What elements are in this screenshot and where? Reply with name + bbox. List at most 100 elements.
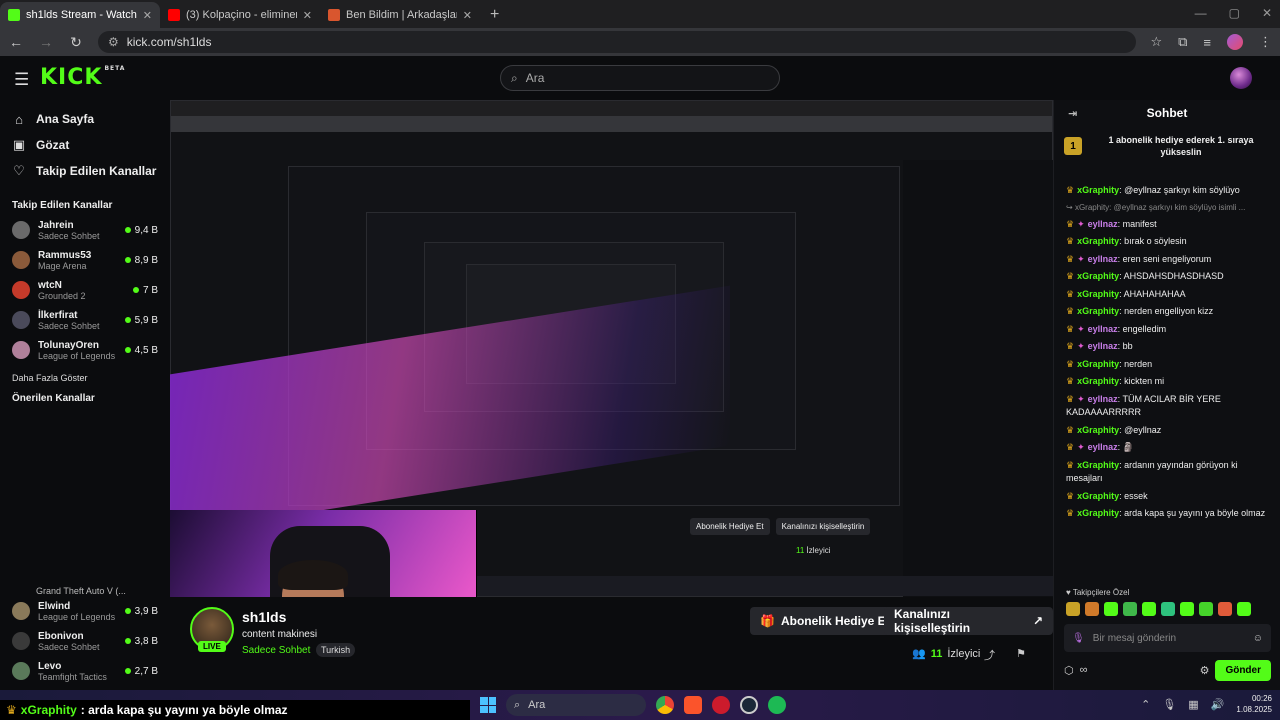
system-clock[interactable]: 00:26 1.08.2025 bbox=[1236, 693, 1272, 715]
emote-icon[interactable] bbox=[1085, 602, 1099, 616]
maximize-icon[interactable]: ▢ bbox=[1229, 6, 1240, 20]
chat-message[interactable]: ♛ xGraphity: AHAHAHAHAA bbox=[1054, 286, 1280, 304]
browser-tab[interactable]: Ben Bildim | Arkadaşlarınla Onl ✕ bbox=[320, 2, 480, 28]
sidebar-channel[interactable]: İlkerfirat Sadece Sohbet 5,9 B bbox=[0, 305, 170, 335]
show-more-link[interactable]: Daha Fazla Göster bbox=[0, 373, 170, 383]
mic-tray-icon[interactable]: 🎙 bbox=[1162, 698, 1176, 711]
minimize-icon[interactable]: — bbox=[1195, 6, 1207, 20]
report-icon[interactable]: ⚑ bbox=[1016, 647, 1026, 660]
sidebar-channel[interactable]: wtcN Grounded 2 7 B bbox=[0, 275, 170, 305]
chat-message[interactable]: ♛ xGraphity: bırak o söylesin bbox=[1054, 233, 1280, 251]
chat-message[interactable]: ♛ ✦ eyllnaz: engelledim bbox=[1054, 321, 1280, 339]
chat-message[interactable]: ♛ xGraphity: kickten mi bbox=[1054, 373, 1280, 391]
profile-avatar[interactable] bbox=[1227, 34, 1243, 50]
bookmark-star-icon[interactable]: ☆ bbox=[1150, 34, 1162, 50]
chat-settings-icon[interactable]: ⚙ bbox=[1200, 664, 1210, 677]
chat-username[interactable]: eyllnaz bbox=[1088, 324, 1118, 334]
gift-subscription-button[interactable]: 🎁 Abonelik Hediye Et bbox=[750, 607, 900, 635]
new-tab-button[interactable]: + bbox=[480, 2, 509, 28]
chat-username[interactable]: xGraphity bbox=[1077, 271, 1119, 281]
emote-icon[interactable] bbox=[1161, 602, 1175, 616]
send-button[interactable]: Gönder bbox=[1215, 659, 1271, 681]
points-icon[interactable]: ⬡ bbox=[1064, 664, 1074, 677]
chat-message[interactable]: ♛ xGraphity: arda kapa şu yayını ya böyle… bbox=[1054, 505, 1280, 523]
emote-icon[interactable] bbox=[1180, 602, 1194, 616]
steam-icon[interactable] bbox=[740, 696, 758, 714]
chat-message[interactable]: ♛ ✦ eyllnaz: manifest bbox=[1054, 216, 1280, 234]
site-info-icon[interactable]: ⚙ bbox=[108, 35, 119, 49]
sidebar-channel[interactable]: Jahrein Sadece Sohbet 9,4 B bbox=[0, 215, 170, 245]
chat-message-list[interactable]: ♛ xGraphity: @eyllnaz şarkıyı kim söylüyo… bbox=[1054, 182, 1280, 602]
share-icon[interactable]: ⤴ bbox=[984, 647, 995, 663]
sidebar-channel[interactable]: Rammus53 Mage Arena 8,9 B bbox=[0, 245, 170, 275]
language-tag[interactable]: Turkish bbox=[316, 643, 356, 657]
stream-category[interactable]: Sadece Sohbet bbox=[242, 645, 310, 656]
emote-icon[interactable] bbox=[1066, 602, 1080, 616]
chat-message[interactable]: ♛ xGraphity: nerden bbox=[1054, 356, 1280, 374]
chat-username[interactable]: xGraphity bbox=[1077, 491, 1119, 501]
emote-icon[interactable] bbox=[1199, 602, 1213, 616]
kick-logo[interactable]: KICK BETA bbox=[40, 65, 125, 90]
infinity-icon[interactable]: ∞ bbox=[1080, 664, 1088, 676]
chat-username[interactable]: xGraphity bbox=[1077, 185, 1119, 195]
menu-icon[interactable]: ⋮ bbox=[1259, 34, 1272, 50]
chat-message[interactable]: ♛ xGraphity: @eyllnaz bbox=[1054, 422, 1280, 440]
emote-icon[interactable] bbox=[1104, 602, 1118, 616]
chat-username[interactable]: xGraphity bbox=[1077, 359, 1119, 369]
chat-message[interactable]: ♛ xGraphity: AHSDAHSDHASDHASD bbox=[1054, 268, 1280, 286]
chat-message[interactable]: ♛ ✦ eyllnaz: 🗿 bbox=[1054, 439, 1280, 457]
chat-message[interactable]: ♛ xGraphity: ardanın yayından görüyon ki … bbox=[1054, 457, 1280, 488]
extensions-icon[interactable]: ⧉ bbox=[1178, 34, 1187, 50]
network-icon[interactable]: ▦ bbox=[1188, 698, 1198, 711]
tab-close-icon[interactable]: ✕ bbox=[143, 9, 152, 22]
sidebar-nav-following[interactable]: ♡ Takip Edilen Kanallar bbox=[0, 158, 170, 184]
collapse-chat-icon[interactable]: ⇥ bbox=[1068, 107, 1077, 120]
browser-tab[interactable]: sh1lds Stream - Watch Live on ✕ bbox=[0, 2, 160, 28]
chat-message[interactable]: ♛ xGraphity: nerden engelliyon kizz bbox=[1054, 303, 1280, 321]
tab-close-icon[interactable]: ✕ bbox=[303, 9, 312, 22]
emote-icon[interactable] bbox=[1237, 602, 1251, 616]
chat-username[interactable]: xGraphity bbox=[1077, 289, 1119, 299]
forward-icon[interactable]: → bbox=[38, 34, 54, 50]
chat-message[interactable]: ♛ xGraphity: @eyllnaz şarkıyı kim söylüyo bbox=[1054, 182, 1280, 200]
browser-tab[interactable]: (3) Kolpaçino - eliminen dayı el ✕ bbox=[160, 2, 320, 28]
sidebar-channel[interactable]: Levo Teamfight Tactics 2,7 B bbox=[0, 656, 170, 686]
sidebar-channel[interactable]: Elwind League of Legends 3,9 B bbox=[0, 596, 170, 626]
chat-username[interactable]: eyllnaz bbox=[1088, 254, 1118, 264]
customize-channel-button[interactable]: Kanalınızı kişiselleştirin ↗ bbox=[884, 607, 1053, 635]
chrome-icon[interactable] bbox=[656, 696, 674, 714]
chat-message[interactable]: ♛ ✦ eyllnaz: eren seni engeliyorum bbox=[1054, 251, 1280, 269]
chat-username[interactable]: xGraphity bbox=[1077, 460, 1119, 470]
chat-username[interactable]: eyllnaz bbox=[1088, 394, 1118, 404]
tray-chevron-icon[interactable]: ⌃ bbox=[1141, 698, 1150, 711]
emote-icon[interactable] bbox=[1142, 602, 1156, 616]
search-input[interactable]: ⌕ Ara bbox=[500, 65, 780, 91]
chat-message[interactable]: ♛ ✦ eyllnaz: TÜM ACILAR BİR YERE KADAAAARR… bbox=[1054, 391, 1280, 422]
hamburger-menu-icon[interactable]: ☰ bbox=[14, 70, 29, 90]
volume-icon[interactable]: 🔊 bbox=[1211, 698, 1225, 711]
emote-icon[interactable] bbox=[1123, 602, 1137, 616]
sidebar-nav-home[interactable]: ⌂ Ana Sayfa bbox=[0, 106, 170, 132]
url-field[interactable]: ⚙ kick.com/sh1lds bbox=[98, 31, 1137, 53]
spotify-icon[interactable] bbox=[768, 696, 786, 714]
taskbar-search[interactable]: ⌕ Ara bbox=[506, 694, 646, 716]
opera-icon[interactable] bbox=[712, 696, 730, 714]
emote-icon[interactable] bbox=[1218, 602, 1232, 616]
chat-username[interactable]: eyllnaz bbox=[1088, 219, 1118, 229]
video-player[interactable]: sh1lds content makinesi Sadece Sohbet Ab… bbox=[170, 100, 1053, 597]
sidebar-nav-browse[interactable]: ▣ Gözat bbox=[0, 132, 170, 158]
back-icon[interactable]: ← bbox=[8, 34, 24, 50]
chat-username[interactable]: xGraphity bbox=[1077, 508, 1119, 518]
chat-username[interactable]: xGraphity bbox=[1077, 306, 1119, 316]
chat-message-input[interactable]: 🎙 Bir mesaj gönderin ☺ bbox=[1064, 624, 1271, 652]
chat-username[interactable]: eyllnaz bbox=[1088, 341, 1118, 351]
brave-icon[interactable] bbox=[684, 696, 702, 714]
reload-icon[interactable]: ↻ bbox=[68, 34, 84, 51]
tab-close-icon[interactable]: ✕ bbox=[463, 9, 472, 22]
media-control-icon[interactable]: ≡ bbox=[1203, 35, 1211, 50]
chat-username[interactable]: xGraphity bbox=[1077, 425, 1119, 435]
emoji-picker-icon[interactable]: ☺ bbox=[1253, 633, 1263, 644]
chat-username[interactable]: xGraphity bbox=[1077, 376, 1119, 386]
sidebar-channel[interactable]: Ebonivon Sadece Sohbet 3,8 B bbox=[0, 626, 170, 656]
mic-icon[interactable]: 🎙 bbox=[1072, 633, 1085, 644]
